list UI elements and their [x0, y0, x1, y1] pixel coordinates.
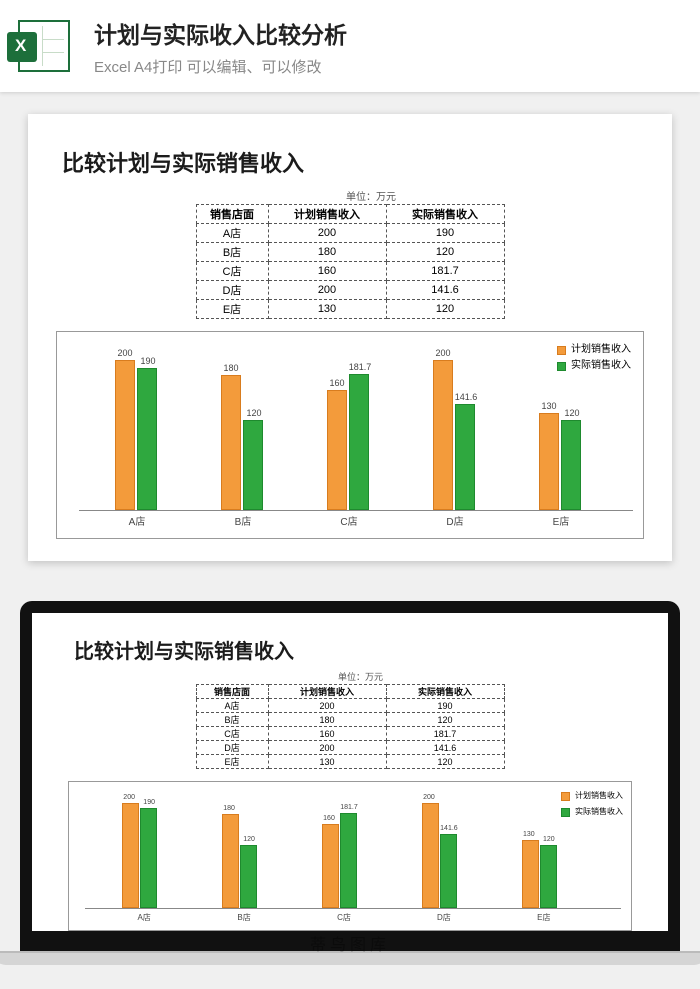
bar-plan [222, 814, 239, 909]
x-tick-label: A店 [116, 912, 172, 923]
bar-label: 200 [428, 348, 458, 358]
doc-title: 比较计划与实际销售收入 [74, 635, 632, 664]
bar-plan [327, 390, 347, 510]
bar-label: 200 [416, 794, 442, 801]
bar-label: 120 [536, 836, 562, 843]
bar-label: 181.7 [336, 804, 362, 811]
bar-chart: 计划销售收入 实际销售收入 200190180120160181.7200141… [68, 781, 632, 931]
x-tick-label: B店 [216, 912, 272, 923]
bar-actual [349, 374, 369, 510]
bar-plan [539, 413, 559, 511]
doc-title: 比较计划与实际销售收入 [62, 146, 644, 178]
data-table: 销售店面 计划销售收入 实际销售收入 A店200190 B店180120 C店1… [196, 204, 505, 319]
bar-plan [433, 360, 453, 510]
bar-actual [561, 420, 581, 510]
bar-label: 180 [216, 363, 246, 373]
unit-label: 单位：万元 [338, 670, 632, 683]
x-tick-label: A店 [109, 513, 165, 528]
bar-plan [422, 803, 439, 908]
table-row: A店200190 [196, 224, 504, 243]
page-subtitle: Excel A4打印 可以编辑、可以修改 [94, 56, 347, 77]
bar-plan [322, 824, 339, 908]
bar-actual [340, 813, 357, 908]
bar-label: 120 [557, 408, 587, 418]
x-tick-label: D店 [427, 513, 483, 528]
bar-actual [140, 808, 157, 908]
bar-plan [115, 360, 135, 510]
data-table: 销售店面计划销售收入实际销售收入 A店200190 B店180120 C店160… [196, 684, 505, 769]
document-preview-card: 比较计划与实际销售收入 单位：万元 销售店面 计划销售收入 实际销售收入 A店2… [28, 114, 672, 561]
bar-actual [240, 845, 257, 908]
table-row: D店200141.6 [196, 281, 504, 300]
bar-actual [243, 420, 263, 510]
page-header: 计划与实际收入比较分析 Excel A4打印 可以编辑、可以修改 [0, 0, 700, 92]
bar-plan [522, 840, 539, 908]
x-tick-label: D店 [416, 912, 472, 923]
watermark: 蒂鸟图库 [20, 931, 680, 955]
bar-actual [455, 404, 475, 510]
col-header-store: 销售店面 [196, 205, 268, 224]
laptop-mockup: 比较计划与实际销售收入 单位：万元 销售店面计划销售收入实际销售收入 A店200… [20, 601, 680, 965]
page-title: 计划与实际收入比较分析 [94, 16, 347, 50]
col-header-actual: 实际销售收入 [386, 205, 504, 224]
bar-label: 180 [216, 805, 242, 812]
bar-label: 181.7 [345, 362, 375, 372]
x-tick-label: B店 [215, 513, 271, 528]
bar-actual [137, 368, 157, 511]
x-axis [79, 510, 633, 511]
table-header-row: 销售店面 计划销售收入 实际销售收入 [196, 205, 504, 224]
x-tick-label: E店 [516, 912, 572, 923]
bar-chart: 计划销售收入 实际销售收入 200190180120160181.7200141… [56, 331, 644, 539]
bar-label: 120 [239, 408, 269, 418]
bar-label: 120 [236, 836, 262, 843]
bar-actual [440, 834, 457, 908]
unit-label: 单位：万元 [346, 188, 644, 203]
bar-plan [122, 803, 139, 908]
table-row: E店130120 [196, 300, 504, 319]
x-tick-label: E店 [533, 513, 589, 528]
bar-label: 160 [322, 378, 352, 388]
bar-plan [221, 375, 241, 510]
bar-label: 141.6 [451, 392, 481, 402]
excel-icon [18, 20, 70, 72]
col-header-plan: 计划销售收入 [268, 205, 386, 224]
x-tick-label: C店 [316, 912, 372, 923]
bar-label: 160 [316, 815, 342, 822]
table-row: C店160181.7 [196, 262, 504, 281]
bar-label: 190 [136, 799, 162, 806]
bar-actual [540, 845, 557, 908]
table-row: B店180120 [196, 243, 504, 262]
bar-label: 141.6 [436, 825, 462, 832]
bar-label: 190 [133, 356, 163, 366]
x-tick-label: C店 [321, 513, 377, 528]
